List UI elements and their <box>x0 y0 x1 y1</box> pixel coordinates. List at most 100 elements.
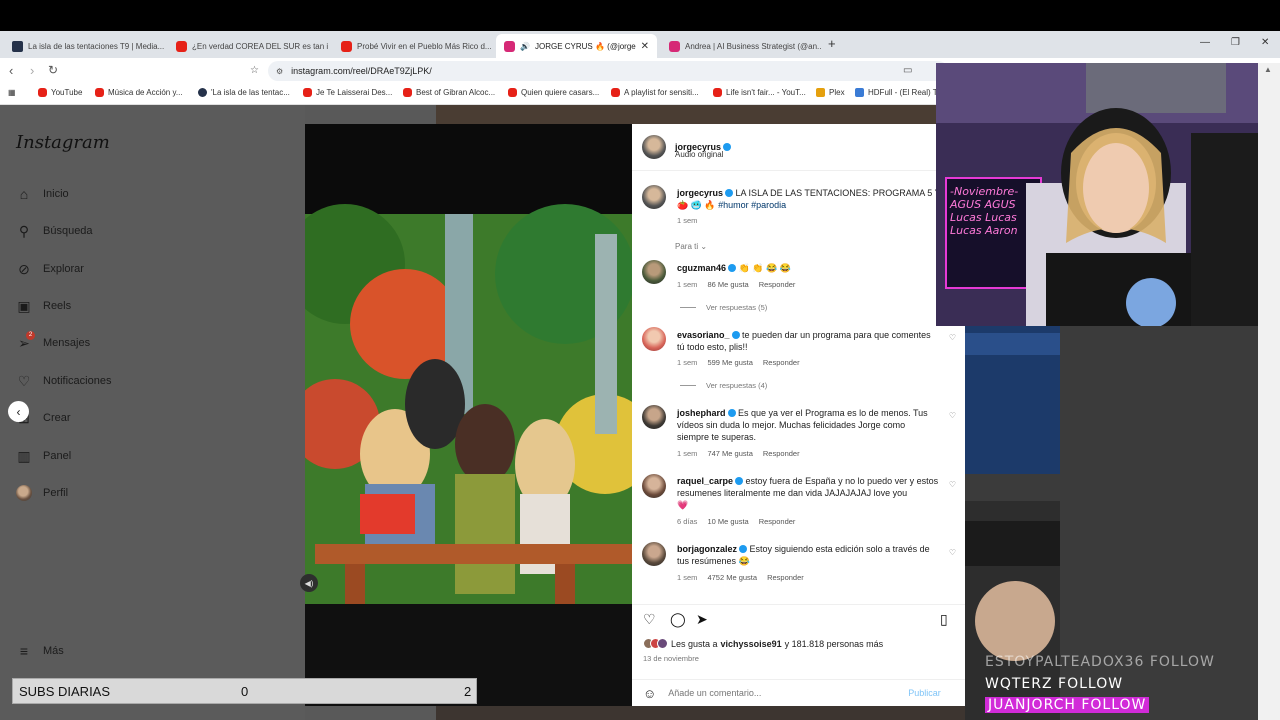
verified-icon <box>728 264 737 272</box>
share-icon[interactable]: ➤ <box>696 611 708 628</box>
divider <box>680 307 696 308</box>
nav-explore[interactable]: ⊘ Explorar <box>16 261 84 277</box>
new-tab-button[interactable]: + <box>828 36 836 51</box>
view-replies-label: Ver respuestas (5) <box>706 303 768 312</box>
maximize-button[interactable]: ❐ <box>1231 37 1240 48</box>
comment-username[interactable]: evasoriano_ <box>677 330 730 340</box>
reply-button[interactable]: Responder <box>759 517 796 526</box>
nav-notifications[interactable]: ♡ Notificaciones <box>16 373 112 389</box>
apps-grid-icon[interactable]: ▦ <box>8 88 16 97</box>
comment-likes[interactable]: 599 Me gusta <box>707 358 752 367</box>
tab[interactable]: ¿En verdad COREA DEL SUR es tan in... <box>168 34 328 58</box>
tab[interactable]: Probé Vivir en el Pueblo Más Rico d... <box>333 34 493 58</box>
heart-icon[interactable]: ♡ <box>949 548 956 557</box>
bookmark-label: HDFull - (El Real) T... <box>868 88 944 97</box>
emoji-icon[interactable]: ☺ <box>643 686 656 701</box>
bookmark-item[interactable]: Best of Gibran Alcoc... <box>403 88 495 97</box>
view-replies-button[interactable]: Ver respuestas (5) <box>680 303 767 312</box>
hashtags[interactable]: #humor #parodia <box>718 200 786 210</box>
reply-button[interactable]: Responder <box>763 449 800 458</box>
comment-likes[interactable]: 4752 Me gusta <box>707 573 757 582</box>
tab-active[interactable]: 🔊 JORGE CYRUS 🔥 (@jorgecy... ✕ <box>496 34 657 58</box>
site-info-icon[interactable]: ⚙ <box>276 67 283 76</box>
comment-avatar[interactable] <box>642 327 666 351</box>
liked-by-username[interactable]: vichyssoise91 <box>721 639 782 649</box>
heart-icon[interactable]: ♡ <box>949 333 956 342</box>
reel-video[interactable] <box>305 124 632 706</box>
nav-search[interactable]: ⚲ Búsqueda <box>16 223 93 239</box>
view-replies-button[interactable]: Ver respuestas (4) <box>680 381 767 390</box>
nav-dashboard[interactable]: ▥ Panel <box>16 448 71 464</box>
follow-alert-highlight: JUANJORCH FOLLOW <box>985 697 1150 713</box>
nav-home[interactable]: ⌂ Inicio <box>16 186 69 202</box>
comment-avatar[interactable] <box>642 542 666 566</box>
tab[interactable]: Andrea | AI Business Strategist (@an... <box>661 34 821 58</box>
bookmark-item[interactable]: YouTube <box>38 88 82 97</box>
comment-avatar[interactable] <box>642 405 666 429</box>
bookmark-item[interactable]: Música de Acción y... <box>95 88 183 97</box>
heart-icon[interactable]: ♡ <box>949 411 956 420</box>
back-button[interactable]: ‹ <box>9 63 13 78</box>
hdfull-icon <box>855 88 864 97</box>
comment-username[interactable]: joshephard <box>677 408 726 418</box>
comment-input[interactable]: Añade un comentario... <box>668 688 908 698</box>
background-thumbnails <box>436 105 956 124</box>
heart-icon[interactable]: ♡ <box>949 480 956 489</box>
likes-prefix: Les gusta a <box>671 638 718 649</box>
minimize-button[interactable]: — <box>1200 37 1210 48</box>
comment-likes[interactable]: 747 Me gusta <box>707 449 752 458</box>
nav-profile[interactable]: Perfil <box>16 485 68 501</box>
audio-icon[interactable]: ◀) <box>300 574 318 592</box>
likes-suffix[interactable]: y 181.818 personas más <box>785 639 884 649</box>
comment-time: 1 sem <box>677 358 698 367</box>
save-bookmark-icon[interactable]: ▯ <box>940 611 948 628</box>
previous-reel-button[interactable]: ‹ <box>8 401 29 422</box>
comment-likes[interactable]: 86 Me gusta <box>707 280 748 289</box>
bookmark-item[interactable]: Plex <box>816 88 845 97</box>
reload-button[interactable]: ↻ <box>48 63 58 77</box>
scrollbar[interactable]: ▲ <box>1258 63 1280 720</box>
bookmark-item[interactable]: HDFull - (El Real) T... <box>855 88 943 97</box>
reply-button[interactable]: Responder <box>759 280 796 289</box>
author-avatar[interactable] <box>642 185 666 209</box>
nav-reels[interactable]: ▣ Reels <box>16 298 71 314</box>
reply-button[interactable]: Responder <box>767 573 804 582</box>
bookmark-item[interactable]: A playlist for sensiti... <box>611 88 699 97</box>
tab-label: ¿En verdad COREA DEL SUR es tan in... <box>192 41 328 51</box>
comment-avatar[interactable] <box>642 474 666 498</box>
comment-meta: 1 sem 4752 Me gusta Responder <box>677 573 804 582</box>
liker-avatars <box>643 638 668 649</box>
install-app-icon[interactable]: ▭ <box>903 65 912 76</box>
publish-button[interactable]: Publicar <box>908 688 941 698</box>
caption-username[interactable]: jorgecyrus <box>677 188 723 198</box>
scroll-up-icon[interactable]: ▲ <box>1264 65 1272 74</box>
comment-username[interactable]: borjagonzalez <box>677 544 737 554</box>
bookmark-item[interactable]: Je Te Laisserai Des... <box>303 88 392 97</box>
audio-link[interactable]: Audio original <box>675 150 723 159</box>
nav-more[interactable]: ≡ Más <box>16 643 64 659</box>
author-avatar[interactable] <box>642 135 666 159</box>
comment-icon[interactable]: ◯ <box>670 611 686 628</box>
bookmark-item[interactable]: Quien quiere casars... <box>508 88 599 97</box>
post-date: 13 de noviembre <box>643 654 699 663</box>
sort-dropdown[interactable]: Para ti ⌄ <box>675 242 707 251</box>
tab[interactable]: La isla de las tentaciones T9 | Media... <box>4 34 164 58</box>
comment-avatar[interactable] <box>642 260 666 284</box>
bookmark-item[interactable]: 'La isla de las tentac... <box>198 88 290 97</box>
nav-messages[interactable]: ➢ 2 Mensajes <box>16 331 90 351</box>
comment-username[interactable]: raquel_carpe <box>677 476 733 486</box>
comment-time: 6 días <box>677 517 698 526</box>
comment-likes[interactable]: 10 Me gusta <box>707 517 748 526</box>
reply-button[interactable]: Responder <box>763 358 800 367</box>
comment-username[interactable]: cguzman46 <box>677 263 726 273</box>
bookmark-star-icon[interactable]: ☆ <box>250 65 259 76</box>
post-header: jorgecyrus Audio original <box>632 124 965 171</box>
bookmark-item[interactable]: Life isn't fair... - YouT... <box>713 88 806 97</box>
forward-button[interactable]: › <box>30 63 34 78</box>
like-heart-icon[interactable]: ♡ <box>643 611 656 628</box>
close-icon[interactable]: ✕ <box>641 41 649 52</box>
instagram-logo[interactable]: Instagram <box>16 132 110 153</box>
speaker-icon: 🔊 <box>520 41 530 51</box>
close-window-button[interactable]: ✕ <box>1261 37 1269 48</box>
address-bar[interactable]: ⚙ instagram.com/reel/DRAeT9ZjLPK/ <box>268 61 948 81</box>
